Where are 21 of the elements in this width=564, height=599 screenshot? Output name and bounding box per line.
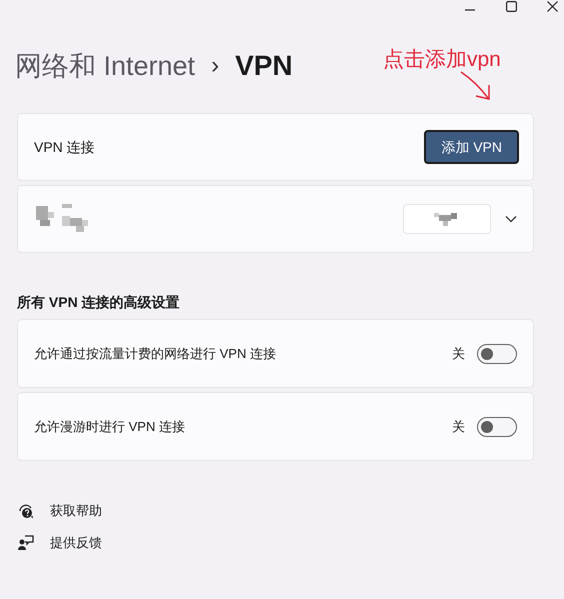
- toggle-state-text: 关: [452, 344, 465, 363]
- breadcrumb-parent[interactable]: 网络和 Internet: [15, 46, 196, 86]
- toggle-switch[interactable]: [477, 416, 517, 436]
- maximize-icon[interactable]: [506, 1, 517, 12]
- toggle-switch[interactable]: [477, 344, 517, 364]
- help-link[interactable]: 获取帮助: [50, 501, 102, 520]
- section-title: 所有 VPN 连接的高级设置: [17, 293, 181, 311]
- feedback-link[interactable]: 提供反馈: [50, 532, 102, 552]
- connect-button[interactable]: [403, 204, 491, 234]
- add-vpn-button[interactable]: 添加 VPN: [424, 130, 519, 164]
- toggle-state-text: 关: [452, 418, 465, 436]
- chevron-down-icon[interactable]: [505, 215, 517, 223]
- setting-label: 允许漫游时进行 VPN 连接: [34, 418, 185, 436]
- breadcrumb-separator: ›: [211, 51, 220, 81]
- help-icon: [17, 502, 34, 520]
- page-title: VPN: [235, 49, 293, 83]
- feedback-icon: [17, 534, 34, 551]
- setting-label: VPN 连接: [34, 138, 95, 156]
- annotation-text: 点击添加vpn: [383, 47, 501, 73]
- close-icon[interactable]: [547, 1, 558, 12]
- setting-label: 允许通过按流量计费的网络进行 VPN 连接: [34, 344, 276, 363]
